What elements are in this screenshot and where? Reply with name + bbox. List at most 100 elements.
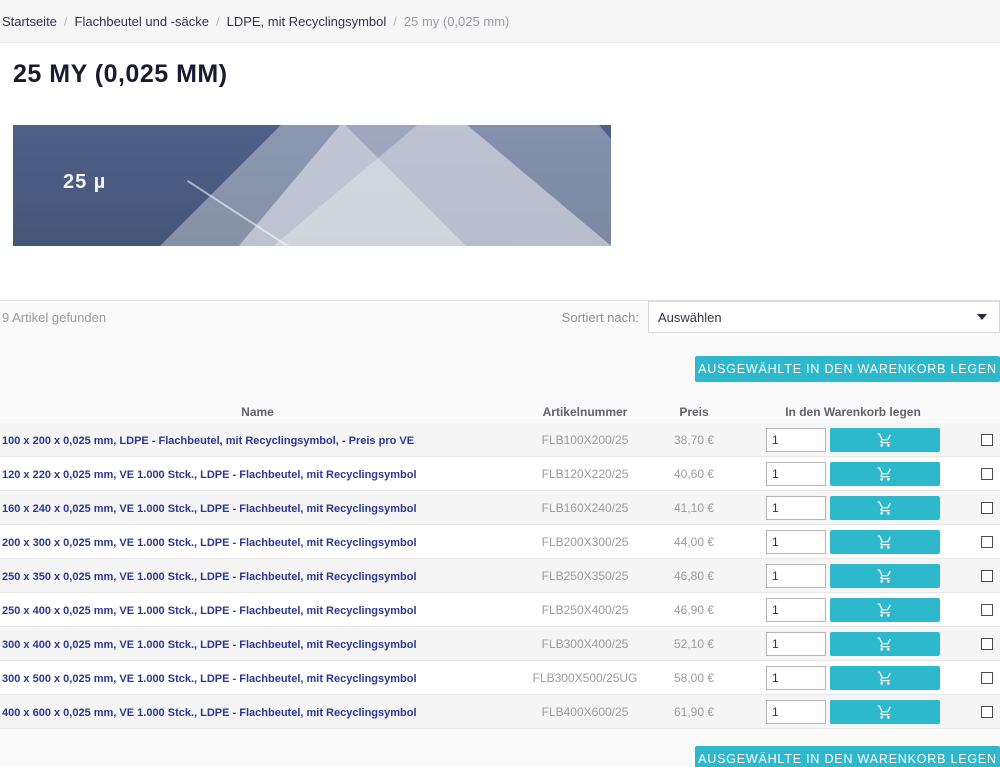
product-link[interactable]: 160 x 240 x 0,025 mm, VE 1.000 Stck., LD… xyxy=(2,503,417,515)
article-number: FLB250X350/25 xyxy=(515,569,655,583)
product-link[interactable]: 250 x 350 x 0,025 mm, VE 1.000 Stck., LD… xyxy=(2,571,417,583)
table-row: 250 x 350 x 0,025 mm, VE 1.000 Stck., LD… xyxy=(0,559,1000,593)
cart-icon xyxy=(877,500,893,516)
breadcrumb-separator: / xyxy=(216,14,220,29)
listing-toolbar: 9 Artikel gefunden Sortiert nach: Auswäh… xyxy=(0,301,1000,333)
select-article-checkbox[interactable] xyxy=(981,536,993,548)
add-to-cart-button[interactable] xyxy=(830,462,940,486)
quantity-input[interactable] xyxy=(766,632,826,656)
cart-icon xyxy=(877,704,893,720)
article-number: FLB160X240/25 xyxy=(515,501,655,515)
quantity-input[interactable] xyxy=(766,496,826,520)
price: 58,00 € xyxy=(655,671,733,685)
add-to-cart-button[interactable] xyxy=(830,530,940,554)
cart-icon xyxy=(877,568,893,584)
select-article-checkbox[interactable] xyxy=(981,604,993,616)
product-link[interactable]: 100 x 200 x 0,025 mm, LDPE - Flachbeutel… xyxy=(2,435,414,447)
header-sku: Artikelnummer xyxy=(515,405,655,419)
quantity-input[interactable] xyxy=(766,462,826,486)
cart-icon xyxy=(877,432,893,448)
price: 46,80 € xyxy=(655,569,733,583)
breadcrumb-item-category[interactable]: Flachbeutel und -säcke xyxy=(75,14,209,29)
add-selected-to-cart-button-top[interactable]: AUSGEWÄHLTE IN DEN WARENKORB LEGEN xyxy=(695,356,1000,382)
category-header: 25 MY (0,025 MM) 25 µ xyxy=(0,60,1000,246)
price: 44,00 € xyxy=(655,535,733,549)
breadcrumb-item-home[interactable]: Startseite xyxy=(2,14,57,29)
article-number: FLB200X300/25 xyxy=(515,535,655,549)
price: 46,90 € xyxy=(655,603,733,617)
breadcrumb-item-subcategory[interactable]: LDPE, mit Recyclingsymbol xyxy=(227,14,387,29)
result-count: 9 Artikel gefunden xyxy=(0,310,106,325)
header-name: Name xyxy=(0,405,515,419)
article-number: FLB100X200/25 xyxy=(515,433,655,447)
cart-icon xyxy=(877,534,893,550)
product-link[interactable]: 250 x 400 x 0,025 mm, VE 1.000 Stck., LD… xyxy=(2,605,417,617)
price: 41,10 € xyxy=(655,501,733,515)
cart-icon xyxy=(877,466,893,482)
article-number: FLB250X400/25 xyxy=(515,603,655,617)
sort-select[interactable]: Auswählen xyxy=(648,301,1000,333)
page-title: 25 MY (0,025 MM) xyxy=(13,60,987,88)
select-article-checkbox[interactable] xyxy=(981,502,993,514)
add-to-cart-button[interactable] xyxy=(830,428,940,452)
quantity-input[interactable] xyxy=(766,666,826,690)
sort-selected-value: Auswählen xyxy=(658,310,977,325)
table-header: Name Artikelnummer Preis In den Warenkor… xyxy=(0,401,1000,423)
add-to-cart-button[interactable] xyxy=(830,496,940,520)
article-number: FLB300X400/25 xyxy=(515,637,655,651)
table-row: 300 x 400 x 0,025 mm, VE 1.000 Stck., LD… xyxy=(0,627,1000,661)
sort-controls: Sortiert nach: Auswählen xyxy=(562,301,1000,333)
price: 52,10 € xyxy=(655,637,733,651)
table-row: 200 x 300 x 0,025 mm, VE 1.000 Stck., LD… xyxy=(0,525,1000,559)
select-article-checkbox[interactable] xyxy=(981,706,993,718)
quantity-input[interactable] xyxy=(766,530,826,554)
breadcrumb-separator: / xyxy=(64,14,68,29)
table-row: 120 x 220 x 0,025 mm, VE 1.000 Stck., LD… xyxy=(0,457,1000,491)
article-number: FLB400X600/25 xyxy=(515,705,655,719)
price: 40,60 € xyxy=(655,467,733,481)
article-number: FLB300X500/25UG xyxy=(515,671,655,685)
quantity-input[interactable] xyxy=(766,598,826,622)
cart-icon xyxy=(877,636,893,652)
add-selected-to-cart-button-bottom[interactable]: AUSGEWÄHLTE IN DEN WARENKORB LEGEN xyxy=(695,746,1000,767)
select-article-checkbox[interactable] xyxy=(981,434,993,446)
select-article-checkbox[interactable] xyxy=(981,672,993,684)
header-cart: In den Warenkorb legen xyxy=(733,405,973,419)
table-body: 100 x 200 x 0,025 mm, LDPE - Flachbeutel… xyxy=(0,423,1000,729)
price: 61,90 € xyxy=(655,705,733,719)
image-thickness-label: 25 µ xyxy=(63,171,106,194)
chevron-down-icon xyxy=(977,314,987,320)
product-link[interactable]: 400 x 600 x 0,025 mm, VE 1.000 Stck., LD… xyxy=(2,707,417,719)
breadcrumb-bar: Startseite / Flachbeutel und -säcke / LD… xyxy=(0,0,1000,43)
cart-icon xyxy=(877,670,893,686)
select-article-checkbox[interactable] xyxy=(981,468,993,480)
table-row: 300 x 500 x 0,025 mm, VE 1.000 Stck., LD… xyxy=(0,661,1000,695)
add-to-cart-button[interactable] xyxy=(830,632,940,656)
article-number: FLB120X220/25 xyxy=(515,467,655,481)
quantity-input[interactable] xyxy=(766,428,826,452)
cart-icon xyxy=(877,602,893,618)
table-row: 400 x 600 x 0,025 mm, VE 1.000 Stck., LD… xyxy=(0,695,1000,729)
add-to-cart-button[interactable] xyxy=(830,666,940,690)
breadcrumb-item-current: 25 my (0,025 mm) xyxy=(404,14,509,29)
table-row: 160 x 240 x 0,025 mm, VE 1.000 Stck., LD… xyxy=(0,491,1000,525)
add-to-cart-button[interactable] xyxy=(830,598,940,622)
product-link[interactable]: 300 x 400 x 0,025 mm, VE 1.000 Stck., LD… xyxy=(2,639,417,651)
price: 38,70 € xyxy=(655,433,733,447)
select-article-checkbox[interactable] xyxy=(981,638,993,650)
product-link[interactable]: 300 x 500 x 0,025 mm, VE 1.000 Stck., LD… xyxy=(2,673,417,685)
breadcrumb: Startseite / Flachbeutel und -säcke / LD… xyxy=(2,14,509,29)
select-article-checkbox[interactable] xyxy=(981,570,993,582)
product-link[interactable]: 200 x 300 x 0,025 mm, VE 1.000 Stck., LD… xyxy=(2,537,417,549)
product-link[interactable]: 120 x 220 x 0,025 mm, VE 1.000 Stck., LD… xyxy=(2,469,417,481)
quantity-input[interactable] xyxy=(766,564,826,588)
add-to-cart-button[interactable] xyxy=(830,564,940,588)
table-row: 100 x 200 x 0,025 mm, LDPE - Flachbeutel… xyxy=(0,423,1000,457)
category-image: 25 µ xyxy=(13,125,611,246)
add-to-cart-button[interactable] xyxy=(830,700,940,724)
sort-label: Sortiert nach: xyxy=(562,310,639,325)
quantity-input[interactable] xyxy=(766,700,826,724)
header-price: Preis xyxy=(655,405,733,419)
table-row: 250 x 400 x 0,025 mm, VE 1.000 Stck., LD… xyxy=(0,593,1000,627)
product-listing: 9 Artikel gefunden Sortiert nach: Auswäh… xyxy=(0,300,1000,767)
